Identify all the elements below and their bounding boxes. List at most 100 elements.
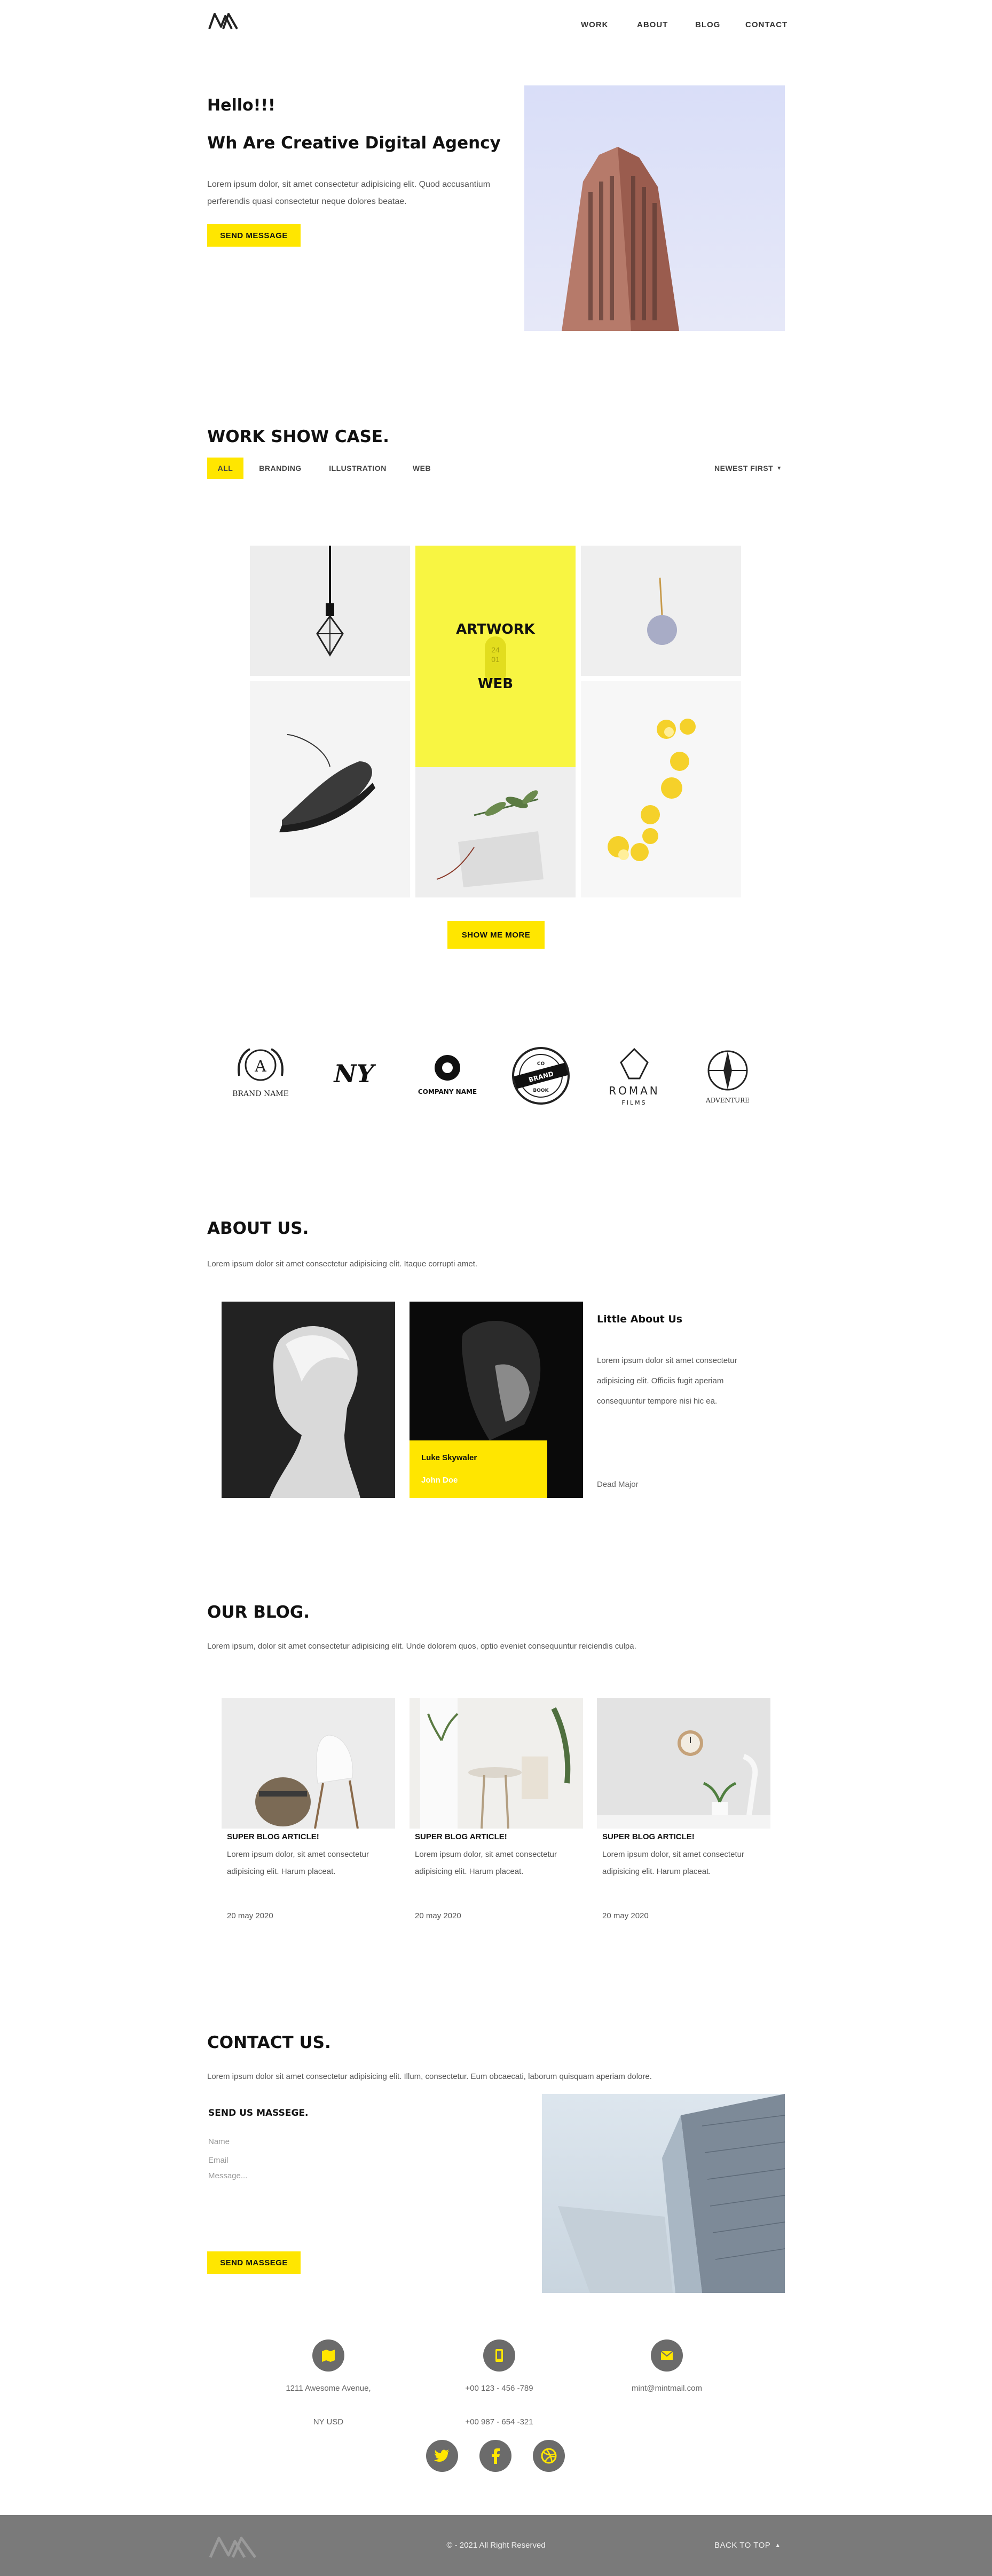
blog-post-2-date: 20 may 2020 xyxy=(415,1911,461,1920)
message-field[interactable]: Message... xyxy=(208,2171,507,2230)
work-title: WORK SHOW CASE. xyxy=(207,427,389,446)
contact-title: CONTACT US. xyxy=(207,2033,331,2052)
show-more-button[interactable]: SHOW ME MORE xyxy=(447,921,545,949)
send-message-button[interactable]: SEND MESSAGE xyxy=(207,224,301,247)
blog-image-3[interactable] xyxy=(597,1698,770,1829)
blog-post-1-title[interactable]: SUPER BLOG ARTICLE! xyxy=(227,1832,319,1841)
hero-title: Wh Are Creative Digital Agency xyxy=(207,133,501,153)
about-side-title: Little About Us xyxy=(597,1313,683,1325)
nav-blog[interactable]: BLOG xyxy=(695,20,720,29)
hero-image xyxy=(524,85,785,331)
phone-line-1: +00 123 - 456 -789 xyxy=(465,2384,533,2393)
site-footer: © - 2021 All Right Reserved BACK TO TOP … xyxy=(0,2515,992,2576)
about-card-name: Luke Skywaler xyxy=(421,1453,477,1462)
send-massege-button[interactable]: SEND MASSEGE xyxy=(207,2251,301,2274)
hero-text: Lorem ipsum dolor, sit amet consectetur … xyxy=(207,180,491,206)
filter-branding[interactable]: BRANDING xyxy=(254,458,307,479)
chair-basket-icon xyxy=(255,1735,359,1829)
logo-brand-name: A BRAND NAME xyxy=(221,1036,301,1116)
address-line-2: NY USD xyxy=(313,2417,344,2427)
filter-web[interactable]: WEB xyxy=(406,458,438,479)
compass-icon: ADVENTURE xyxy=(705,1050,750,1104)
back-to-top-link[interactable]: BACK TO TOP ▲ xyxy=(714,2541,781,2550)
chevron-up-icon: ▲ xyxy=(775,2542,781,2549)
location-map-icon xyxy=(312,2339,344,2372)
about-photo-2: Luke Skywaler John Doe xyxy=(410,1302,583,1498)
work-item-feature[interactable]: ARTWORK 24 01 WEB xyxy=(415,546,576,767)
about-card-role: John Doe xyxy=(421,1476,458,1485)
phone-line-2: +00 987 - 654 -321 xyxy=(465,2417,533,2427)
about-photo-1 xyxy=(222,1302,395,1498)
copyright: © - 2021 All Right Reserved xyxy=(446,2541,546,2550)
facebook-icon[interactable] xyxy=(479,2440,511,2472)
work-item-leaf[interactable] xyxy=(415,767,576,897)
pendant-lamp-icon xyxy=(316,546,344,657)
site-logo[interactable] xyxy=(207,11,239,32)
nav-about[interactable]: ABOUT xyxy=(637,20,668,29)
logo-adventure-text: ADVENTURE xyxy=(705,1097,750,1104)
caret-down-icon: ▼ xyxy=(776,465,782,471)
logo-roman-sub: FILMS xyxy=(621,1099,647,1106)
about-title: ABOUT US. xyxy=(207,1219,309,1238)
nav-contact[interactable]: CONTACT xyxy=(745,20,788,29)
feature-tag: 24 01 xyxy=(491,645,500,664)
about-side-sign: Dead Major xyxy=(597,1480,639,1489)
logo-roman-text: ROMAN xyxy=(609,1084,660,1097)
nav-work[interactable]: WORK xyxy=(581,20,609,29)
clock-plant-icon xyxy=(597,1730,770,1829)
blog-post-3-date: 20 may 2020 xyxy=(602,1911,649,1920)
blog-post-1-date: 20 may 2020 xyxy=(227,1911,273,1920)
blog-post-1-text: Lorem ipsum dolor, sit amet consectetur … xyxy=(227,1850,369,1876)
about-card: Luke Skywaler John Doe xyxy=(410,1440,547,1498)
logo-stamp-bottom: BOOK xyxy=(533,1088,549,1093)
blog-image-2[interactable] xyxy=(410,1698,583,1829)
dribbble-icon[interactable] xyxy=(533,2440,565,2472)
blog-text: Lorem ipsum, dolor sit amet consectetur … xyxy=(207,1642,636,1651)
sneaker-icon xyxy=(279,734,375,832)
logo-company: COMPANY NAME xyxy=(407,1036,487,1116)
back-to-top-label: BACK TO TOP xyxy=(714,2541,771,2550)
blog-image-1[interactable] xyxy=(222,1698,395,1829)
logo-brand-text: BRAND NAME xyxy=(232,1090,289,1098)
work-item-lemons[interactable] xyxy=(581,681,741,897)
name-field[interactable]: Name xyxy=(208,2137,230,2146)
leaf-card-icon xyxy=(436,790,544,887)
twitter-icon[interactable] xyxy=(426,2440,458,2472)
contact-text: Lorem ipsum dolor sit amet consectetur a… xyxy=(207,2072,652,2081)
logo-stamp-top: CO xyxy=(537,1061,545,1067)
feature-line1: ARTWORK xyxy=(456,621,535,637)
filter-illustration[interactable]: ILLUSTRATION xyxy=(323,458,392,479)
about-text: Lorem ipsum dolor sit amet consectetur a… xyxy=(207,1259,478,1269)
sort-label: NEWEST FIRST xyxy=(714,464,774,472)
logo-mark-icon xyxy=(208,13,238,29)
address-line-1: 1211 Awesome Avenue, xyxy=(286,2384,371,2393)
logo-ny: NY xyxy=(314,1036,394,1116)
logo-stamp: BRAND CO BOOK xyxy=(501,1036,581,1116)
feature-line2: WEB xyxy=(477,676,514,692)
mail-icon xyxy=(651,2339,683,2372)
logo-roman: ROMAN FILMS xyxy=(594,1036,674,1116)
wall-hook-icon xyxy=(647,577,677,645)
phone-icon xyxy=(483,2339,515,2372)
work-item-lamp[interactable] xyxy=(250,546,410,676)
contact-image xyxy=(542,2094,785,2293)
logo-ny-text: NY xyxy=(333,1059,376,1088)
blog-post-2-title[interactable]: SUPER BLOG ARTICLE! xyxy=(415,1832,507,1841)
lemons-icon xyxy=(608,719,696,861)
email-field[interactable]: Email xyxy=(208,2156,229,2165)
email-address[interactable]: mint@mintmail.com xyxy=(597,2384,736,2393)
blog-post-3-title[interactable]: SUPER BLOG ARTICLE! xyxy=(602,1832,695,1841)
work-item-shoe[interactable] xyxy=(250,681,410,897)
table-plants-icon xyxy=(420,1698,571,1829)
blog-post-2-text: Lorem ipsum dolor, sit amet consectetur … xyxy=(415,1850,557,1876)
hero-greeting: Hello!!! xyxy=(207,96,275,115)
sort-dropdown[interactable]: NEWEST FIRST ▼ xyxy=(714,458,782,479)
work-item-clock[interactable] xyxy=(581,546,741,676)
blog-post-3-text: Lorem ipsum dolor, sit amet consectetur … xyxy=(602,1850,744,1876)
form-title: SEND US MASSEGE. xyxy=(208,2108,309,2118)
logo-company-text: COMPANY NAME xyxy=(418,1088,477,1096)
filter-all[interactable]: ALL xyxy=(207,458,243,479)
blog-title: OUR BLOG. xyxy=(207,1603,310,1622)
logo-letter: A xyxy=(254,1057,266,1076)
about-side-text: Lorem ipsum dolor sit amet consectetur a… xyxy=(597,1356,737,1406)
